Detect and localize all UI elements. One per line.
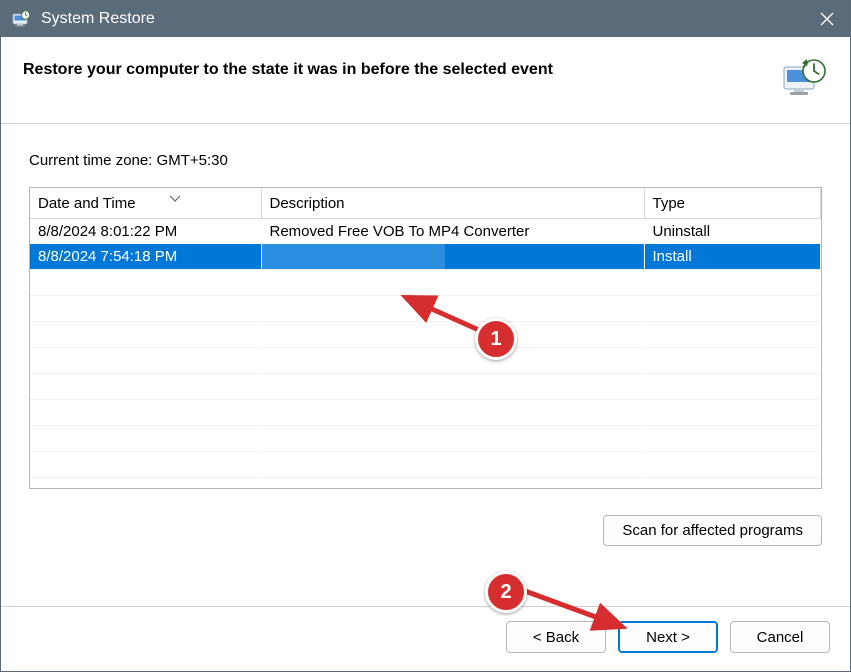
- timezone-label: Current time zone: GMT+5:30: [29, 152, 822, 169]
- col-header-type[interactable]: Type: [644, 188, 821, 219]
- table-row-empty: [30, 296, 821, 322]
- table-row-empty: [30, 400, 821, 426]
- close-button[interactable]: [804, 1, 850, 37]
- table-row-empty: [30, 426, 821, 452]
- restore-points-table[interactable]: Date and Time Description Type: [29, 187, 822, 489]
- cell-description: Removed Free VOB To MP4 Converter: [261, 219, 644, 245]
- table-row-empty: [30, 478, 821, 490]
- system-restore-window: System Restore Restore your computer to …: [0, 0, 851, 672]
- cell-datetime: 8/8/2024 7:54:18 PM: [30, 244, 261, 270]
- cell-type: Install: [644, 244, 821, 270]
- table-row[interactable]: 8/8/2024 8:01:22 PM Removed Free VOB To …: [30, 219, 821, 245]
- restore-graphic-icon: [780, 55, 828, 103]
- table-row-empty: [30, 452, 821, 478]
- next-button[interactable]: Next >: [618, 621, 718, 653]
- cell-description: [261, 244, 644, 270]
- table-row-empty: [30, 270, 821, 296]
- table-row-empty: [30, 322, 821, 348]
- col-header-datetime[interactable]: Date and Time: [30, 188, 261, 219]
- table-row[interactable]: 8/8/2024 7:54:18 PM Install: [30, 244, 821, 270]
- system-restore-icon: [11, 9, 31, 29]
- scan-affected-programs-button[interactable]: Scan for affected programs: [603, 515, 822, 546]
- window-title: System Restore: [41, 10, 155, 28]
- cell-type: Uninstall: [644, 219, 821, 245]
- back-button[interactable]: < Back: [506, 621, 606, 653]
- table-row-empty: [30, 374, 821, 400]
- cell-datetime: 8/8/2024 8:01:22 PM: [30, 219, 261, 245]
- wizard-header: Restore your computer to the state it wa…: [1, 37, 850, 123]
- page-heading: Restore your computer to the state it wa…: [23, 55, 780, 79]
- titlebar: System Restore: [1, 1, 850, 37]
- col-header-datetime-label: Date and Time: [38, 195, 136, 212]
- col-header-description[interactable]: Description: [261, 188, 644, 219]
- table-row-empty: [30, 348, 821, 374]
- sort-chevron-down-icon: [169, 190, 181, 207]
- cancel-button[interactable]: Cancel: [730, 621, 830, 653]
- wizard-footer: < Back Next > Cancel: [1, 607, 850, 671]
- col-header-type-label: Type: [653, 195, 686, 212]
- content-area: Current time zone: GMT+5:30 Date and Tim…: [1, 124, 850, 606]
- col-header-description-label: Description: [270, 195, 345, 212]
